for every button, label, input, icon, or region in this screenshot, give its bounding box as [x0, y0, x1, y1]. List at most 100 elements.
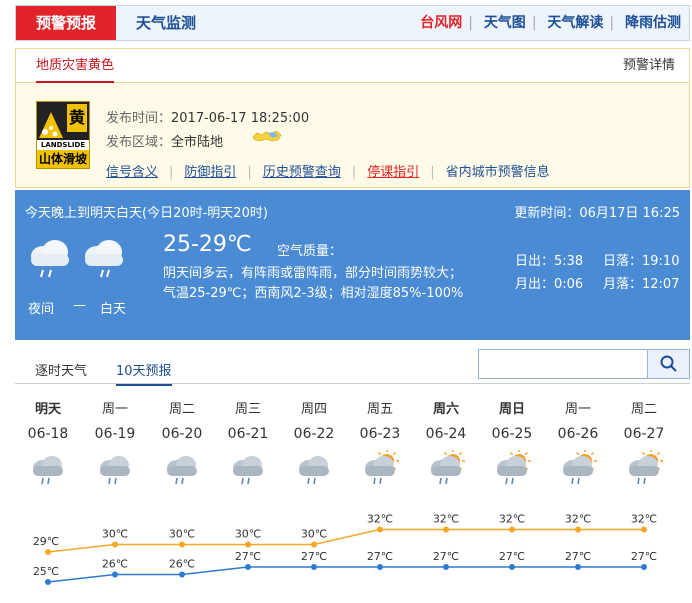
sun-rain-cloud-icon — [431, 450, 465, 485]
publish-time-row: 发布时间：2017-06-17 18:25:00 — [106, 107, 309, 126]
temp-label: 32℃ — [565, 513, 591, 526]
temp-point — [575, 564, 581, 570]
temp-label: 25℃ — [33, 565, 59, 578]
temp-point — [377, 526, 383, 533]
night-label: 夜间 — [28, 302, 55, 317]
temp-point — [575, 526, 581, 533]
sun-rain-cloud-icon — [497, 450, 531, 485]
link-province-warnings[interactable]: 省内城市预警信息 — [446, 165, 550, 180]
forecast-range: 今天晚上到明天白天(今日20时-明天20时) — [25, 206, 268, 221]
divider: | — [247, 165, 252, 180]
day-name: 周二 — [168, 402, 195, 417]
sunset: 日落：19:10 — [603, 254, 680, 269]
warning-title[interactable]: 地质灾害黄色 — [36, 49, 115, 83]
day-name: 周一 — [564, 402, 591, 417]
tab-warning-forecast[interactable]: 预警预报 — [16, 6, 116, 40]
sun-rain-cloud-icon — [563, 450, 597, 485]
temp-label: 27℃ — [631, 550, 657, 563]
divider: | — [169, 165, 174, 180]
divider: | — [351, 165, 357, 180]
day-date: 06-18 — [27, 426, 69, 442]
day-name: 周一 — [101, 402, 128, 417]
landslide-pictogram: 黄 — [37, 102, 89, 140]
high-temp-line — [47, 528, 644, 553]
rain-cloud-icon — [85, 240, 123, 278]
day-date: 06-24 — [425, 426, 467, 442]
area-map-icon[interactable] — [252, 129, 282, 143]
forecast-desc-line1: 阴天间多云，有阵雨或雷阵雨，部分时间雨势较大； — [163, 266, 463, 281]
temp-label: 29℃ — [33, 535, 59, 548]
temp-point — [45, 549, 51, 555]
forecast-temperature: 25-29℃ — [163, 232, 252, 257]
temp-label: 26℃ — [102, 558, 128, 571]
day-date: 06-21 — [227, 426, 269, 442]
forecast-description: 阴天间多云，有阵雨或雷阵雨，部分时间雨势较大； 气温25-29℃；西南风2-3级… — [163, 264, 503, 304]
rain-cloud-icon — [167, 456, 197, 485]
link-typhoon[interactable]: 台风网 — [420, 15, 462, 31]
temp-label: 30℃ — [102, 528, 128, 541]
link-history-query[interactable]: 历史预警查询 — [263, 165, 341, 180]
sun-rain-cloud-icon — [629, 450, 663, 485]
temperature-chart: 29℃ 30℃ 30℃ 30℃ 30℃ 32℃ 32℃ 32℃ 32℃ 32℃ 25℃ 26℃ 26℃ 2… — [33, 513, 657, 585]
top-links: 台风网 | 天气图 | 天气解读 | 降雨估测 — [414, 6, 681, 40]
tab-weather-monitor[interactable]: 天气监测 — [136, 6, 196, 40]
sunrise: 日出：5:38 — [515, 254, 584, 269]
tab-hourly[interactable]: 逐时天气 — [35, 360, 87, 379]
link-weather-analysis[interactable]: 天气解读 — [547, 15, 603, 31]
warning-detail-link[interactable]: 预警详情 — [623, 49, 675, 83]
link-defense-guide[interactable]: 防御指引 — [184, 165, 236, 180]
day-date: 06-26 — [557, 426, 599, 442]
temp-label: 27℃ — [301, 550, 327, 563]
temp-point — [509, 526, 515, 533]
temp-point — [641, 526, 647, 533]
day-date: 06-25 — [491, 426, 533, 442]
landslide-warning-icon: 黄 LANDSLIDE 山体滑坡 — [36, 101, 90, 169]
forecast-update-time: 更新时间：06月17日 16:25 — [514, 206, 680, 221]
divider: | — [609, 15, 615, 31]
link-class-suspension[interactable]: 停课指引 — [367, 165, 419, 180]
temp-label: 32℃ — [631, 513, 657, 526]
day-date: 06-22 — [293, 426, 335, 442]
temp-point — [311, 541, 317, 548]
rain-cloud-icon — [100, 456, 130, 485]
search-input[interactable] — [479, 350, 647, 378]
temp-point — [377, 564, 383, 570]
tab-ten-day[interactable]: 10天预报 — [116, 360, 172, 386]
temp-label: 27℃ — [367, 550, 393, 563]
day-date: 06-19 — [94, 426, 136, 442]
forecast-panel: 今天晚上到明天白天(今日20时-明天20时) 更新时间：06月17日 16:25… — [15, 190, 690, 340]
temp-label: 27℃ — [499, 550, 525, 563]
temp-point — [245, 564, 251, 570]
temp-label: 27℃ — [433, 550, 459, 563]
top-nav-bar: 预警预报 天气监测 台风网 | 天气图 | 天气解读 | 降雨估测 — [15, 5, 690, 41]
dash-separator: — — [73, 298, 86, 313]
landslide-label: LANDSLIDE — [37, 140, 89, 150]
link-signal-meaning[interactable]: 信号含义 — [106, 165, 158, 180]
air-quality-label: 空气质量： — [277, 244, 343, 259]
day-name: 周二 — [630, 402, 657, 417]
moonset: 月落：12:07 — [603, 277, 680, 292]
warning-links: 信号含义 | 防御指引 | 历史预警查询 | 停课指引 | 省内城市预警信息 — [106, 161, 550, 180]
warning-header: 地质灾害黄色 预警详情 — [16, 49, 689, 83]
link-weather-map[interactable]: 天气图 — [484, 15, 526, 31]
divider: | — [468, 15, 473, 31]
publish-time-label: 发布时间： — [106, 111, 172, 126]
publish-time-value: 2017-06-17 18:25:00 — [171, 111, 310, 126]
temp-point — [641, 564, 647, 570]
temp-point — [112, 571, 118, 578]
warning-panel: 地质灾害黄色 预警详情 黄 LANDSLIDE 山体滑坡 发布时间：2017-0… — [15, 48, 690, 188]
temp-point — [112, 541, 118, 548]
landslide-label-zh: 山体滑坡 — [38, 152, 87, 166]
rain-cloud-icon — [33, 456, 63, 485]
day-date: 06-23 — [359, 426, 401, 442]
forecast-desc-line2: 气温25-29℃；西南风2-3级；相对湿度85%-100% — [163, 286, 464, 301]
day-name: 周日 — [498, 402, 525, 417]
temp-label: 32℃ — [433, 513, 459, 526]
temp-label: 30℃ — [169, 528, 195, 541]
temp-label: 30℃ — [301, 528, 327, 541]
link-rainfall-estimate[interactable]: 降雨估测 — [625, 15, 681, 31]
publish-area-value: 全市陆地 — [171, 135, 224, 150]
search-button[interactable] — [647, 350, 689, 378]
temp-label: 27℃ — [235, 550, 261, 563]
warning-level-badge: 黄 — [67, 104, 87, 132]
